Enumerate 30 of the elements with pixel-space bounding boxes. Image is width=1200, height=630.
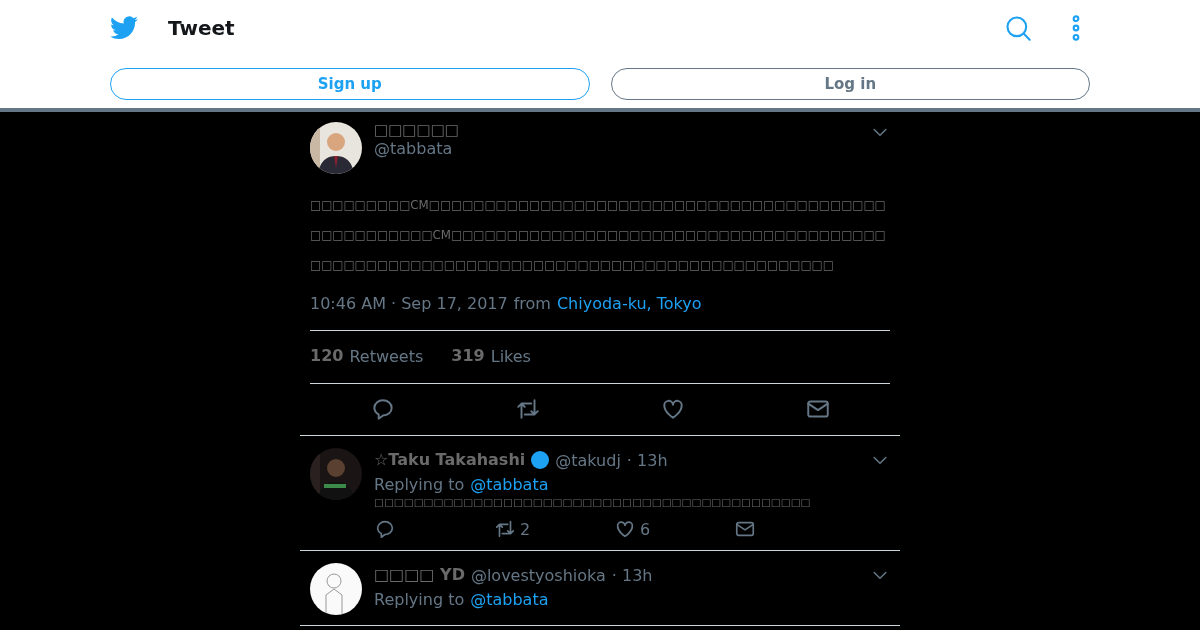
- stat-label[interactable]: Likes: [490, 347, 531, 367]
- replying-label: Replying to: [374, 589, 465, 609]
- stat-count: 319: [451, 347, 485, 367]
- page-title: Tweet: [168, 16, 236, 40]
- mention-link[interactable]: @tabbata: [470, 474, 549, 494]
- reply-age: · 13h: [626, 450, 668, 470]
- sign-up-button[interactable]: Sign up: [110, 68, 590, 100]
- from-label: from: [513, 294, 551, 314]
- tweet-text: □□□□□□□□□CM□□□□□□□□□□□□□□□□□□□□□□□□□□□□□□□□□□□□□□□□□□□□□□□□□□□□CM□□□□□□□□□□□□□□□□□□□□□□□□□□□□□□□□□□□□□□□□□□□□□□□□□□□□□□□□□□□□□□□□□□□□□□□□□□□□□□□□□□□□□□: [310, 197, 887, 274]
- retweet-count: 2: [520, 519, 531, 539]
- location-link[interactable]: Chiyoda-ku, Tokyo: [556, 294, 702, 314]
- retweet-icon[interactable]: [514, 396, 541, 422]
- replying-label: Replying to: [374, 474, 465, 494]
- search-icon[interactable]: [1004, 14, 1032, 42]
- like-count: 6: [640, 519, 651, 539]
- stat-count: 120: [310, 347, 344, 367]
- log-in-button[interactable]: Log in: [610, 68, 1090, 100]
- reply-author-name: ☆Taku Takahashi: [374, 450, 526, 470]
- reply-handle: @takudj: [555, 450, 621, 470]
- tweet-timestamp: 10:46 AM · Sep 17, 2017: [310, 294, 508, 314]
- reply-text: □□□□□□□□□□□□□□□□□□□□□□□□□□□□□□□□□□□□□□□□□□□□: [374, 496, 812, 509]
- author-name: □□□□□□: [374, 122, 461, 140]
- reply-handle: @lovestyoshioka: [470, 565, 606, 585]
- reply-age: · 13h: [611, 565, 653, 585]
- reply-author-name: □□□□ YD: [374, 565, 465, 585]
- stat-label[interactable]: Retweets: [349, 347, 424, 367]
- mention-link[interactable]: @tabbata: [470, 589, 549, 609]
- reply-icon[interactable]: [374, 518, 396, 541]
- bird-logo[interactable]: [110, 16, 138, 40]
- author-handle: @tabbata: [374, 139, 454, 159]
